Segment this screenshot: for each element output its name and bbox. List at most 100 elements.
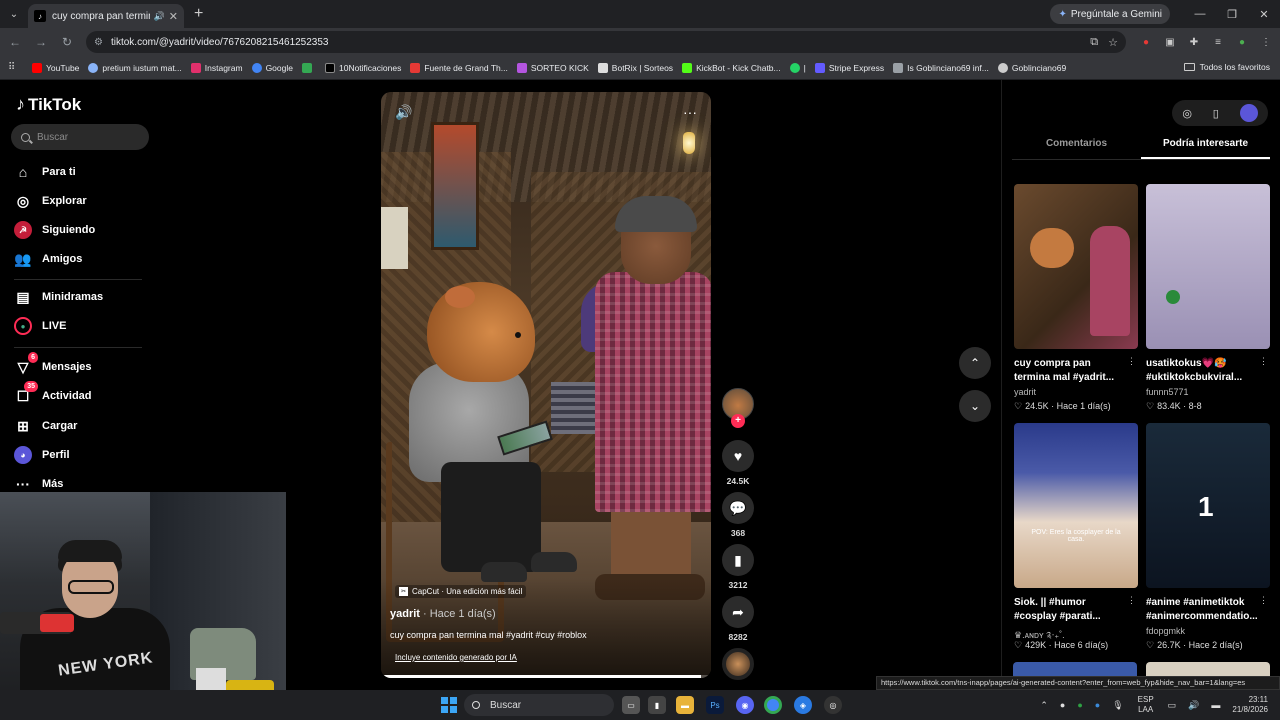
suggested-video-card[interactable]: POV: Eres la cosplayer de la casa. ⋮ Sio… bbox=[1014, 423, 1138, 651]
battery-icon[interactable]: ▬ bbox=[1211, 700, 1220, 710]
back-button[interactable]: ← bbox=[4, 31, 26, 53]
sidebar-item-cargar[interactable]: ⊞ Cargar bbox=[14, 417, 77, 435]
bookmark-item[interactable]: BotRix | Sorteos bbox=[597, 62, 673, 73]
chrome-icon[interactable] bbox=[764, 696, 782, 714]
bookmark-item[interactable]: Stripe Express bbox=[814, 62, 884, 73]
card-author[interactable]: yadrit bbox=[1014, 387, 1138, 399]
follow-button[interactable]: + bbox=[731, 414, 745, 428]
maximize-button[interactable]: ❐ bbox=[1216, 0, 1248, 28]
video-thumbnail[interactable]: 1 bbox=[1146, 423, 1270, 588]
explore-icon[interactable]: ◎ bbox=[1182, 107, 1192, 120]
sidebar-item-siguiendo[interactable]: ☭ Siguiendo bbox=[14, 221, 95, 239]
bookmark-item[interactable]: SORTEO KICK bbox=[516, 62, 589, 73]
media-control-icon[interactable]: ≡ bbox=[1206, 31, 1230, 53]
sidebar-item-mas[interactable]: ··· Más bbox=[14, 475, 63, 493]
suggested-video-card[interactable]: ⋮ cuy compra pan termina mal #yadrit... … bbox=[1014, 184, 1138, 412]
tab-close-icon[interactable]: ✕ bbox=[169, 10, 178, 23]
tray-chevron-icon[interactable]: ⌃ bbox=[1040, 700, 1048, 711]
comment-button[interactable]: 💬 368 bbox=[722, 492, 754, 538]
ai-content-label[interactable]: Incluye contenido generado por IA bbox=[395, 653, 517, 662]
bookmark-item[interactable]: Fuente de Grand Th... bbox=[410, 62, 508, 73]
gemini-button[interactable]: ✦ Pregúntale a Gemini bbox=[1050, 4, 1170, 24]
card-more-icon[interactable]: ⋮ bbox=[1127, 356, 1136, 367]
tab-audio-icon[interactable]: 🔊 bbox=[154, 11, 165, 22]
suggested-video-card[interactable]: 1 ⋮ #anime #animetiktok #animercommendat… bbox=[1146, 423, 1270, 651]
bookmark-item[interactable]: Instagram bbox=[190, 62, 243, 73]
capcut-link[interactable]: ✂ CapCut · Una edición más fácil bbox=[395, 585, 527, 598]
app-icon[interactable]: ◎ bbox=[824, 696, 842, 714]
microphone-icon[interactable]: 🎙 bbox=[1112, 700, 1123, 711]
new-tab-button[interactable]: + bbox=[194, 5, 203, 23]
sidebar-item-minidramas[interactable]: ▤ Minidramas bbox=[14, 288, 103, 306]
close-window-button[interactable]: ✕ bbox=[1248, 0, 1280, 28]
sidebar-item-actividad[interactable]: ☐ 35 Actividad bbox=[14, 381, 92, 405]
device-icon[interactable]: ▯ bbox=[1213, 107, 1219, 120]
music-disc-icon[interactable] bbox=[722, 648, 754, 680]
site-info-icon[interactable]: ⚙ bbox=[94, 37, 103, 48]
photoshop-icon[interactable]: Ps bbox=[706, 696, 724, 714]
app-icon[interactable]: ◈ bbox=[794, 696, 812, 714]
extension-icon[interactable]: ▣ bbox=[1158, 31, 1182, 53]
apps-grid-icon[interactable]: ⠿ bbox=[8, 62, 22, 73]
video-progress-bar[interactable] bbox=[381, 675, 711, 678]
video-thumbnail[interactable] bbox=[1014, 184, 1138, 349]
bookmark-item[interactable]: KickBot - Kick Chatb... bbox=[682, 62, 781, 73]
all-bookmarks-button[interactable]: Todos los favoritos bbox=[1183, 62, 1270, 72]
video-player[interactable]: 🔊 ··· ✂ CapCut · Una edición más fácil y… bbox=[381, 92, 711, 678]
card-author[interactable]: fdopgmkk bbox=[1146, 626, 1270, 638]
video-thumbnail[interactable]: POV: Eres la cosplayer de la casa. bbox=[1014, 423, 1138, 588]
save-button[interactable]: ▮ 3212 bbox=[722, 544, 754, 590]
opera-extension-icon[interactable]: ● bbox=[1134, 31, 1158, 53]
tray-app-icon[interactable]: ● bbox=[1060, 700, 1065, 710]
forward-button[interactable]: → bbox=[30, 31, 52, 53]
tab-comentarios[interactable]: Comentarios bbox=[1012, 136, 1141, 159]
profile-avatar[interactable] bbox=[1239, 104, 1258, 122]
bookmark-item[interactable]: pretium iustum mat... bbox=[88, 62, 182, 73]
tab-search-button[interactable]: ⌄ bbox=[4, 4, 24, 24]
video-description[interactable]: cuy compra pan termina mal #yadrit #cuy … bbox=[390, 630, 587, 640]
video-thumbnail-peek[interactable] bbox=[1013, 662, 1137, 676]
video-thumbnail[interactable] bbox=[1146, 184, 1270, 349]
bookmark-item[interactable]: Google bbox=[251, 62, 293, 73]
bookmark-item[interactable]: Is Goblinciano69 inf... bbox=[893, 62, 989, 73]
share-button[interactable]: ➦ 8282 bbox=[722, 596, 754, 642]
profile-avatar-icon[interactable]: ● bbox=[1230, 31, 1254, 53]
bookmark-item[interactable]: | bbox=[789, 62, 806, 73]
sidebar-item-amigos[interactable]: 👥 Amigos bbox=[14, 250, 82, 268]
card-more-icon[interactable]: ⋮ bbox=[1127, 595, 1136, 606]
language-indicator[interactable]: ESP LAA bbox=[1138, 695, 1154, 715]
like-button[interactable]: ♥ 24.5K bbox=[722, 440, 754, 486]
bookmark-item[interactable]: YouTube bbox=[32, 62, 79, 73]
minimize-button[interactable]: — bbox=[1184, 0, 1216, 28]
tray-app-icon[interactable]: ● bbox=[1077, 700, 1082, 710]
next-video-button[interactable]: ⌄ bbox=[959, 390, 991, 422]
sidebar-item-explorar[interactable]: ◎ Explorar bbox=[14, 192, 87, 210]
video-thumbnail-peek[interactable] bbox=[1146, 662, 1270, 676]
discord-icon[interactable]: ◉ bbox=[736, 696, 754, 714]
task-view-icon[interactable]: ▭ bbox=[622, 696, 640, 714]
app-icon[interactable]: ▮ bbox=[648, 696, 666, 714]
network-icon[interactable]: ▭ bbox=[1168, 700, 1177, 711]
clock[interactable]: 23:11 21/8/2026 bbox=[1232, 695, 1268, 715]
tab-podria-interesarte[interactable]: Podría interesarte bbox=[1141, 136, 1270, 159]
suggested-video-card[interactable]: ⋮ usatiktokus💗🥵 #uktiktokcbukviral... fu… bbox=[1146, 184, 1270, 412]
volume-icon[interactable]: 🔊 bbox=[1188, 700, 1199, 711]
browser-menu-icon[interactable]: ⋮ bbox=[1254, 31, 1278, 53]
taskbar-search[interactable]: Buscar bbox=[464, 694, 614, 716]
sidebar-item-mensajes[interactable]: ▽ 6 Mensajes bbox=[14, 352, 92, 376]
sidebar-item-live[interactable]: ● LIVE bbox=[14, 317, 66, 335]
sidebar-item-para-ti[interactable]: ⌂ Para ti bbox=[14, 163, 76, 181]
tiktok-logo[interactable]: ♪ TikTok bbox=[16, 94, 81, 115]
extensions-puzzle-icon[interactable]: ✚ bbox=[1182, 31, 1206, 53]
card-more-icon[interactable]: ⋮ bbox=[1259, 356, 1268, 367]
bookmark-item[interactable] bbox=[301, 62, 316, 73]
reload-button[interactable]: ↻ bbox=[56, 31, 78, 53]
video-more-icon[interactable]: ··· bbox=[683, 104, 697, 120]
bookmark-item[interactable]: Goblinciano69 bbox=[997, 62, 1066, 73]
sidebar-item-perfil[interactable]: ◕ Perfil bbox=[14, 446, 70, 464]
windows-start-icon[interactable] bbox=[441, 697, 457, 713]
card-author[interactable]: funnn5771 bbox=[1146, 387, 1270, 399]
omnibox[interactable]: ⚙ tiktok.com/@yadrit/video/7676208215461… bbox=[86, 31, 1126, 53]
bookmark-item[interactable]: 10Notificaciones bbox=[324, 62, 401, 73]
install-app-icon[interactable]: ⧉ bbox=[1090, 36, 1098, 49]
